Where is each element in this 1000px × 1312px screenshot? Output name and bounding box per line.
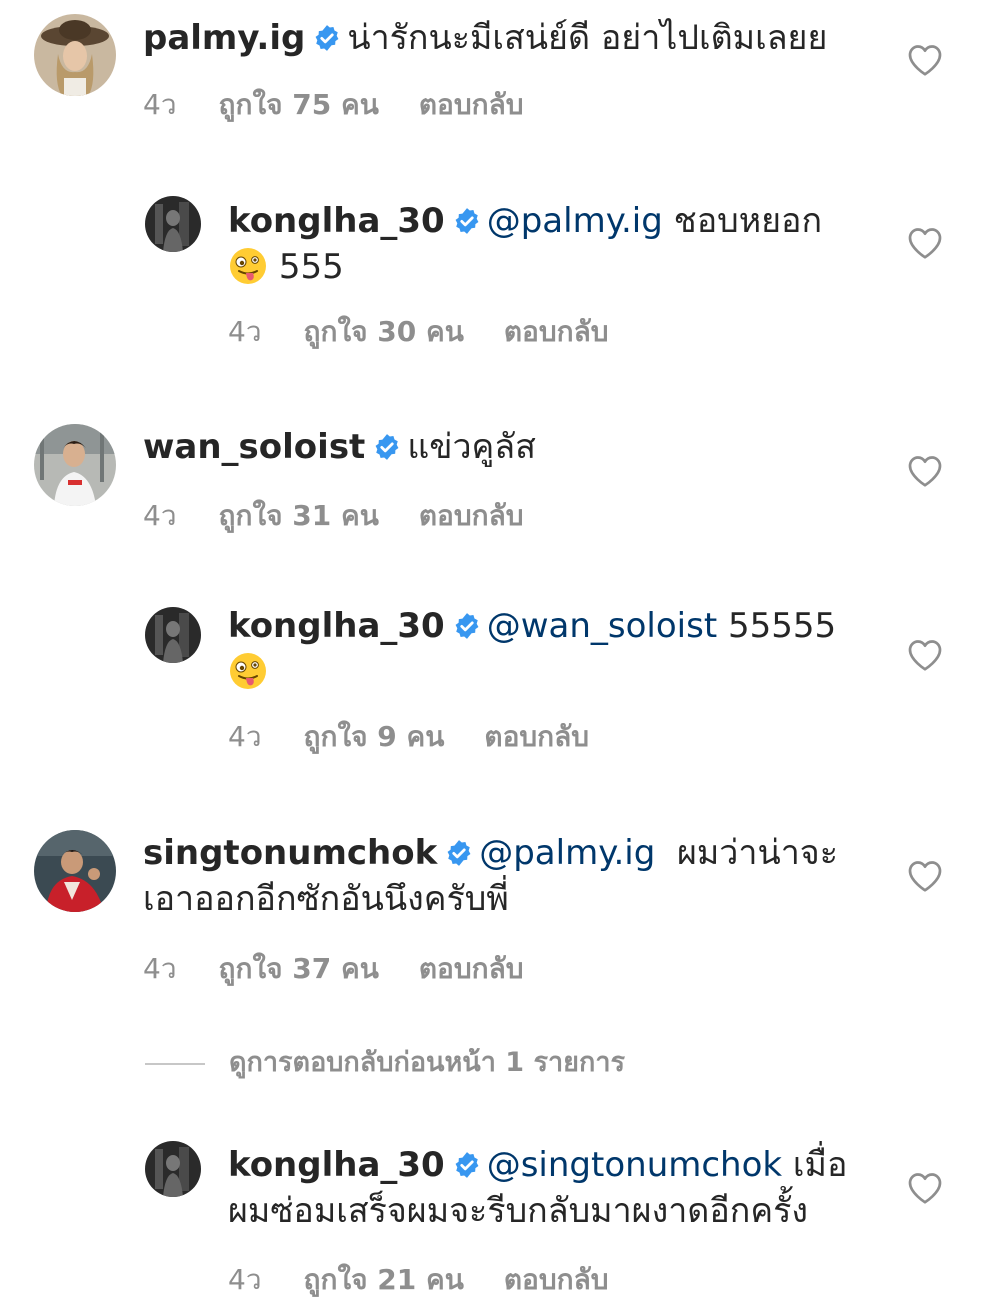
- avatar-konglha[interactable]: [145, 607, 201, 663]
- comment-body: palmy.ig น่ารักนะมีเสน่ย์ดี อย่าไปเติมเลย…: [143, 15, 827, 61]
- comment-text-2: ผมซ่อมเสร็จผมจะรีบกลับมาผงาดอีกครั้ง: [228, 1191, 808, 1231]
- verified-badge-icon: [373, 433, 401, 461]
- view-previous-replies-button[interactable]: ดูการตอบกลับก่อนหน้า 1 รายการ: [145, 1040, 625, 1083]
- comment-text: แข่วคูลัส: [407, 427, 536, 467]
- username[interactable]: konglha_30: [228, 1145, 445, 1185]
- comment-meta: 4ว ถูกใจ 21 คน ตอบกลับ: [228, 1258, 649, 1302]
- comment-body: singtonumchok @palmy.ig ผมว่าน่าจะเอาออกอ…: [143, 830, 863, 922]
- comment-text: น่ารักนะมีเสน่ย์ดี อย่าไปเติมเลยย: [347, 18, 828, 58]
- reply-button[interactable]: ตอบกลับ: [504, 1263, 609, 1296]
- timestamp: 4ว: [228, 720, 262, 753]
- avatar-wan-soloist[interactable]: [34, 424, 116, 506]
- comment-body: konglha_30 @singtonumchok เมื่อผมซ่อมเสร็…: [228, 1142, 888, 1234]
- timestamp: 4ว: [143, 88, 177, 121]
- heart-outline-icon[interactable]: [907, 226, 943, 260]
- likes-count[interactable]: ถูกใจ 31 คน: [219, 499, 379, 532]
- verified-badge-icon: [453, 612, 481, 640]
- likes-count[interactable]: ถูกใจ 9 คน: [304, 720, 445, 753]
- heart-outline-icon[interactable]: [907, 1171, 943, 1205]
- heart-outline-icon[interactable]: [907, 859, 943, 893]
- comment-meta: 4ว ถูกใจ 37 คน ตอบกลับ: [143, 947, 564, 991]
- heart-outline-icon[interactable]: [907, 454, 943, 488]
- verified-badge-icon: [453, 207, 481, 235]
- verified-badge-icon: [445, 839, 473, 867]
- mention-link[interactable]: @palmy.ig: [487, 201, 663, 241]
- comment-meta: 4ว ถูกใจ 31 คน ตอบกลับ: [143, 494, 564, 538]
- comment-text: ชอบหยอก: [673, 201, 823, 241]
- username[interactable]: wan_soloist: [143, 427, 365, 467]
- username[interactable]: konglha_30: [228, 201, 445, 241]
- comment-body: konglha_30 @wan_soloist 55555: [228, 603, 868, 695]
- comment-text-2: 555: [278, 247, 344, 287]
- username[interactable]: konglha_30: [228, 606, 445, 646]
- avatar-palmy[interactable]: [34, 14, 116, 96]
- comment-meta: 4ว ถูกใจ 9 คน ตอบกลับ: [228, 715, 629, 759]
- likes-count[interactable]: ถูกใจ 30 คน: [304, 315, 464, 348]
- zany-face-emoji: [228, 651, 268, 691]
- reply-button[interactable]: ตอบกลับ: [504, 315, 609, 348]
- timestamp: 4ว: [228, 1263, 262, 1296]
- timestamp: 4ว: [143, 952, 177, 985]
- comment-meta: 4ว ถูกใจ 75 คน ตอบกลับ: [143, 83, 564, 127]
- verified-badge-icon: [453, 1151, 481, 1179]
- comment-text: ผมว่าน่าจะ: [676, 833, 838, 873]
- comment-text: 55555: [727, 606, 837, 646]
- comment-body: konglha_30 @palmy.ig ชอบหยอก 555: [228, 198, 868, 290]
- avatar-konglha[interactable]: [145, 1141, 201, 1197]
- verified-badge-icon: [313, 24, 341, 52]
- comment-meta: 4ว ถูกใจ 30 คน ตอบกลับ: [228, 310, 649, 354]
- username[interactable]: palmy.ig: [143, 18, 305, 58]
- view-previous-replies-label: ดูการตอบกลับก่อนหน้า 1 รายการ: [229, 1047, 625, 1078]
- mention-link[interactable]: @wan_soloist: [487, 606, 717, 646]
- heart-outline-icon[interactable]: [907, 638, 943, 672]
- heart-outline-icon[interactable]: [907, 43, 943, 77]
- comment-text: เมื่อ: [792, 1145, 848, 1185]
- timestamp: 4ว: [143, 499, 177, 532]
- mention-link[interactable]: @palmy.ig: [479, 833, 655, 873]
- comment-text-2: เอาออกอีกซักอันนึงครับพี่: [143, 879, 509, 919]
- reply-button[interactable]: ตอบกลับ: [484, 720, 589, 753]
- reply-button[interactable]: ตอบกลับ: [419, 88, 524, 121]
- likes-count[interactable]: ถูกใจ 75 คน: [219, 88, 379, 121]
- reply-button[interactable]: ตอบกลับ: [419, 499, 524, 532]
- mention-link[interactable]: @singtonumchok: [487, 1145, 782, 1185]
- divider-line: [145, 1062, 205, 1065]
- username[interactable]: singtonumchok: [143, 833, 437, 873]
- timestamp: 4ว: [228, 315, 262, 348]
- comment-body: wan_soloist แข่วคูลัส: [143, 424, 536, 470]
- avatar-singtonumchok[interactable]: [34, 830, 116, 912]
- avatar-konglha[interactable]: [145, 196, 201, 252]
- likes-count[interactable]: ถูกใจ 21 คน: [304, 1263, 464, 1296]
- likes-count[interactable]: ถูกใจ 37 คน: [219, 952, 379, 985]
- zany-face-emoji: [228, 246, 268, 286]
- reply-button[interactable]: ตอบกลับ: [419, 952, 524, 985]
